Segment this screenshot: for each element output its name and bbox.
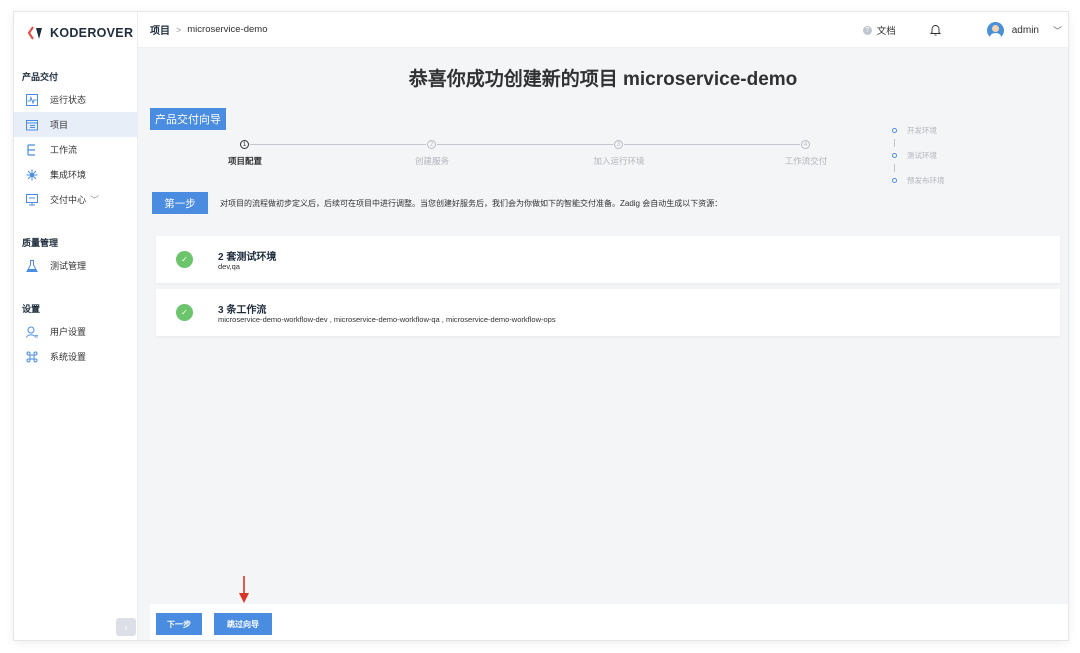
sidebar-item-label: 用户设置 [50,327,87,337]
env-label: 开发环境 [907,126,937,135]
env-item: 测试环境 [892,149,945,162]
section-title-delivery: 产品交付 [22,72,59,82]
card-subtitle: dev,qa [218,262,240,271]
sidebar-item-status[interactable]: 运行状态 [14,87,137,112]
sidebar-collapse-button[interactable]: ‹ [116,618,136,636]
step-badge: 第一步 [152,192,208,214]
user-menu[interactable]: admin ﹀ [986,21,1062,39]
section-title-settings: 设置 [22,304,41,314]
delivery-icon [26,193,38,206]
step-2-circle: 2 [427,140,436,149]
step-3-label: 加入运行环境 [593,156,645,166]
project-icon [26,119,38,131]
sidebar-item-user-settings[interactable]: 用户设置 [14,319,137,344]
sidebar-item-testing[interactable]: 测试管理 [14,253,137,278]
step-connector [437,144,613,145]
guide-tag: 产品交付向导 [150,108,226,130]
sidebar-item-delivery[interactable]: 交付中心 ﹀ [14,187,137,212]
check-icon: ✓ [176,251,193,268]
sidebar-item-label: 集成环境 [50,170,87,180]
env-dot [892,153,897,158]
env-item: 预发布环境 [892,174,945,187]
breadcrumb-root[interactable]: 项目 [150,22,170,37]
sidebar-item-project[interactable]: 项目 [14,112,137,137]
skip-guide-button[interactable]: 跳过向导 [214,613,272,635]
workflow-icon [26,143,38,156]
sidebar-item-label: 系统设置 [50,352,87,362]
sidebar-item-label: 工作流 [50,145,78,155]
koderover-logo-icon [28,26,42,40]
page-title: 恭喜你成功创建新的项目 microservice-demo [408,69,798,90]
env-dot [892,128,897,133]
step-1-label: 项目配置 [227,156,262,166]
docs-label: 文档 [876,26,896,37]
bell-icon [929,25,941,36]
resource-card: ✓ 3 条工作流 microservice-demo-workflow-dev … [156,289,1060,336]
env-label: 测试环境 [907,151,937,160]
breadcrumb-separator: > [176,24,182,35]
resource-card: ✓ 2 套测试环境 dev,qa [156,236,1060,283]
chevron-down-icon: ﹀ [90,195,100,205]
notification-button[interactable] [929,24,941,36]
sidebar-item-environment[interactable]: 集成环境 [14,162,137,187]
next-step-button[interactable]: 下一步 [156,613,202,635]
step-4-circle: 4 [801,140,810,149]
step-1-circle: 1 [240,140,249,149]
sidebar-item-label: 测试管理 [50,261,87,271]
environment-icon [26,169,38,181]
user-icon [26,326,38,338]
footer-action-bar: 下一步 跳过向导 [150,604,1068,640]
step-connector [250,144,426,145]
step-4-label: 工作流交付 [784,156,828,166]
red-arrow-annotation-icon [239,576,249,603]
env-connector [894,164,895,172]
app-window: KODEROVER 产品交付 运行状态 项目 工作流 集成环境 交付中心 ﹀ 质… [14,12,1068,640]
logo-text: KODEROVER [50,26,134,40]
sidebar-item-label: 运行状态 [50,95,87,105]
check-icon: ✓ [176,304,193,321]
sidebar-item-label: 交付中心 [50,195,87,205]
main-content: 恭喜你成功创建新的项目 microservice-demo 产品交付向导 1 2… [138,48,1068,640]
docs-link[interactable]: ? 文档 [862,23,896,37]
flask-icon [26,259,38,272]
card-title: 2 套测试环境 [218,252,277,263]
step-connector [624,144,800,145]
command-icon [26,351,38,363]
sidebar: KODEROVER 产品交付 运行状态 项目 工作流 集成环境 交付中心 ﹀ 质… [14,12,138,640]
env-item: 开发环境 [892,124,945,137]
chevron-down-icon: ﹀ [1052,25,1062,36]
environment-timeline: 开发环境 测试环境 预发布环境 [892,124,945,187]
env-dot [892,178,897,183]
help-icon: ? [862,25,872,35]
logo[interactable]: KODEROVER [14,12,137,54]
step-3-circle: 3 [614,140,623,149]
pulse-icon [26,93,38,106]
top-header: 项目 > microservice-demo ? 文档 admin ﹀ [138,12,1068,48]
env-connector [894,139,895,147]
sidebar-item-workflow[interactable]: 工作流 [14,137,137,162]
env-label: 预发布环境 [907,176,945,185]
avatar [986,21,1004,39]
sidebar-item-label: 项目 [50,120,69,130]
card-title: 3 条工作流 [218,305,267,316]
section-title-quality: 质量管理 [22,238,59,248]
username: admin [1011,24,1039,36]
header-actions: ? 文档 admin ﹀ [862,12,1068,48]
step-description: 对项目的流程做初步定义后，后续可在项目中进行调整。当您创建好服务后，我们会为你做… [220,199,723,208]
breadcrumb-current: microservice-demo [187,24,268,35]
sidebar-item-system-settings[interactable]: 系统设置 [14,344,137,369]
card-subtitle: microservice-demo-workflow-dev , microse… [218,315,556,324]
step-2-label: 创建服务 [414,156,449,166]
